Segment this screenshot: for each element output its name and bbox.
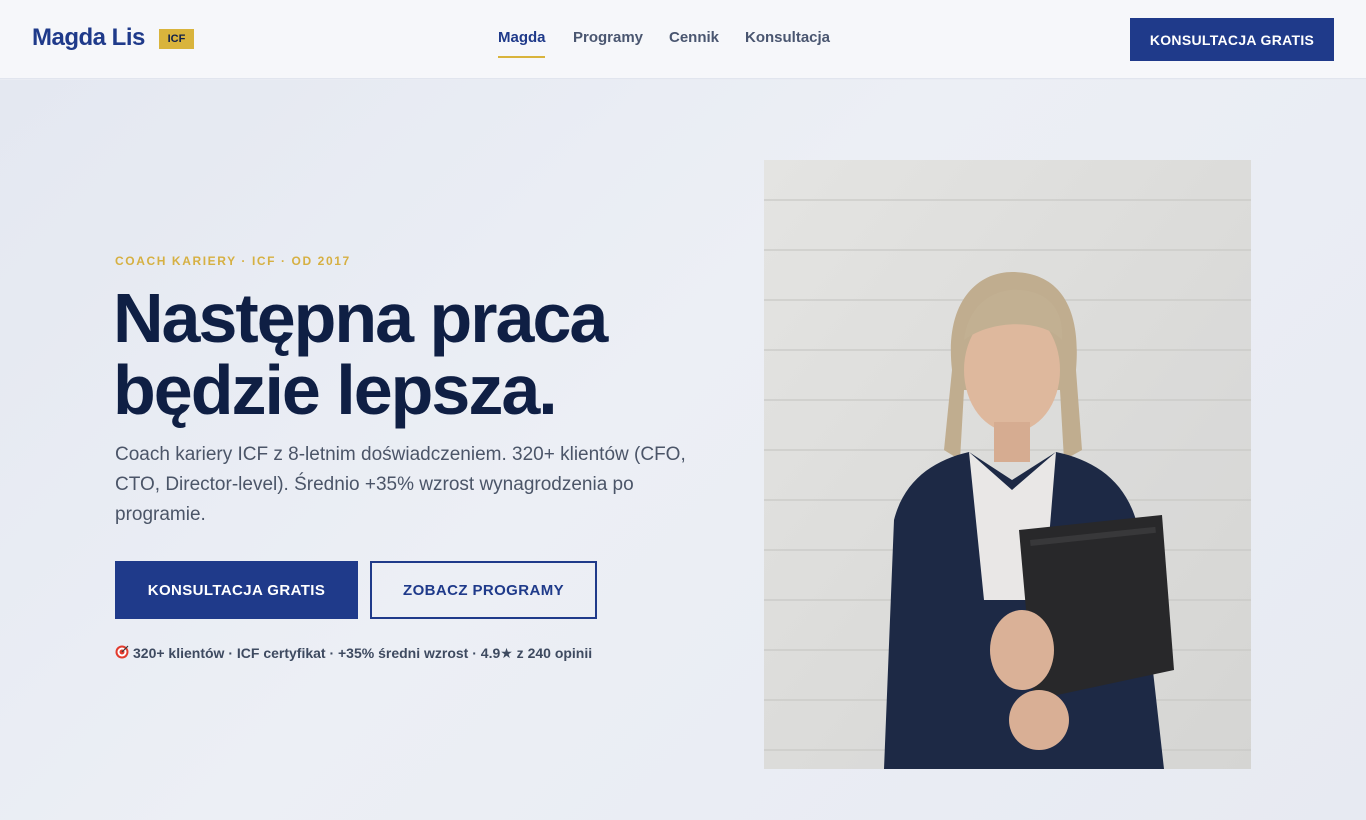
logo[interactable]: Magda Lis [32, 24, 145, 52]
hero-section: COACH KARIERY · ICF · OD 2017 Następna p… [0, 80, 1366, 820]
nav-item-programy[interactable]: Programy [573, 29, 643, 46]
target-icon [115, 645, 129, 662]
header-consultation-button[interactable]: KONSULTACJA GRATIS [1130, 18, 1334, 61]
trust-line: 320+ klientów · ICF certyfikat · +35% śr… [115, 645, 592, 662]
nav-item-magda[interactable]: Magda [498, 29, 546, 46]
view-programs-button[interactable]: ZOBACZ PROGRAMY [370, 561, 597, 619]
hero-headline: Następna praca będzie lepsza. [113, 282, 733, 426]
hero-eyebrow: COACH KARIERY · ICF · OD 2017 [115, 254, 351, 268]
nav-item-cennik[interactable]: Cennik [669, 29, 719, 46]
active-nav-indicator [498, 56, 545, 58]
headline-line-2: będzie lepsza. [113, 351, 558, 429]
headline-line-1: Następna praca [113, 279, 608, 357]
nav-item-konsultacja[interactable]: Konsultacja [745, 29, 830, 46]
hero-lead: Coach kariery ICF z 8-letnim doświadczen… [115, 444, 686, 525]
trust-text: 320+ klientów · ICF certyfikat · +35% śr… [133, 645, 593, 661]
site-header: Magda Lis ICF Magda Programy Cennik Kons… [0, 0, 1366, 79]
coach-portrait [764, 160, 1251, 769]
consultation-button[interactable]: KONSULTACJA GRATIS [115, 561, 358, 619]
icf-badge: ICF [159, 29, 194, 49]
